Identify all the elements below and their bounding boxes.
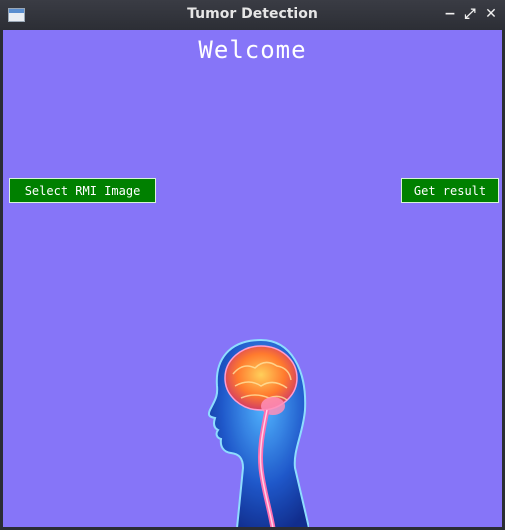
- maximize-button[interactable]: ⤢: [462, 6, 478, 22]
- title-bar[interactable]: Tumor Detection − ⤢ ✕: [0, 0, 505, 30]
- app-window: Tumor Detection − ⤢ ✕ Welcome Select RMI…: [0, 0, 505, 530]
- select-rmi-image-button[interactable]: Select RMI Image: [9, 178, 156, 203]
- brain-head-icon: [207, 338, 309, 527]
- minimize-button[interactable]: −: [442, 6, 458, 22]
- close-button[interactable]: ✕: [483, 6, 499, 22]
- main-content: Welcome Select RMI Image Get result: [3, 30, 502, 527]
- welcome-heading: Welcome: [198, 36, 307, 64]
- get-result-button[interactable]: Get result: [401, 178, 499, 203]
- window-title: Tumor Detection: [187, 6, 318, 22]
